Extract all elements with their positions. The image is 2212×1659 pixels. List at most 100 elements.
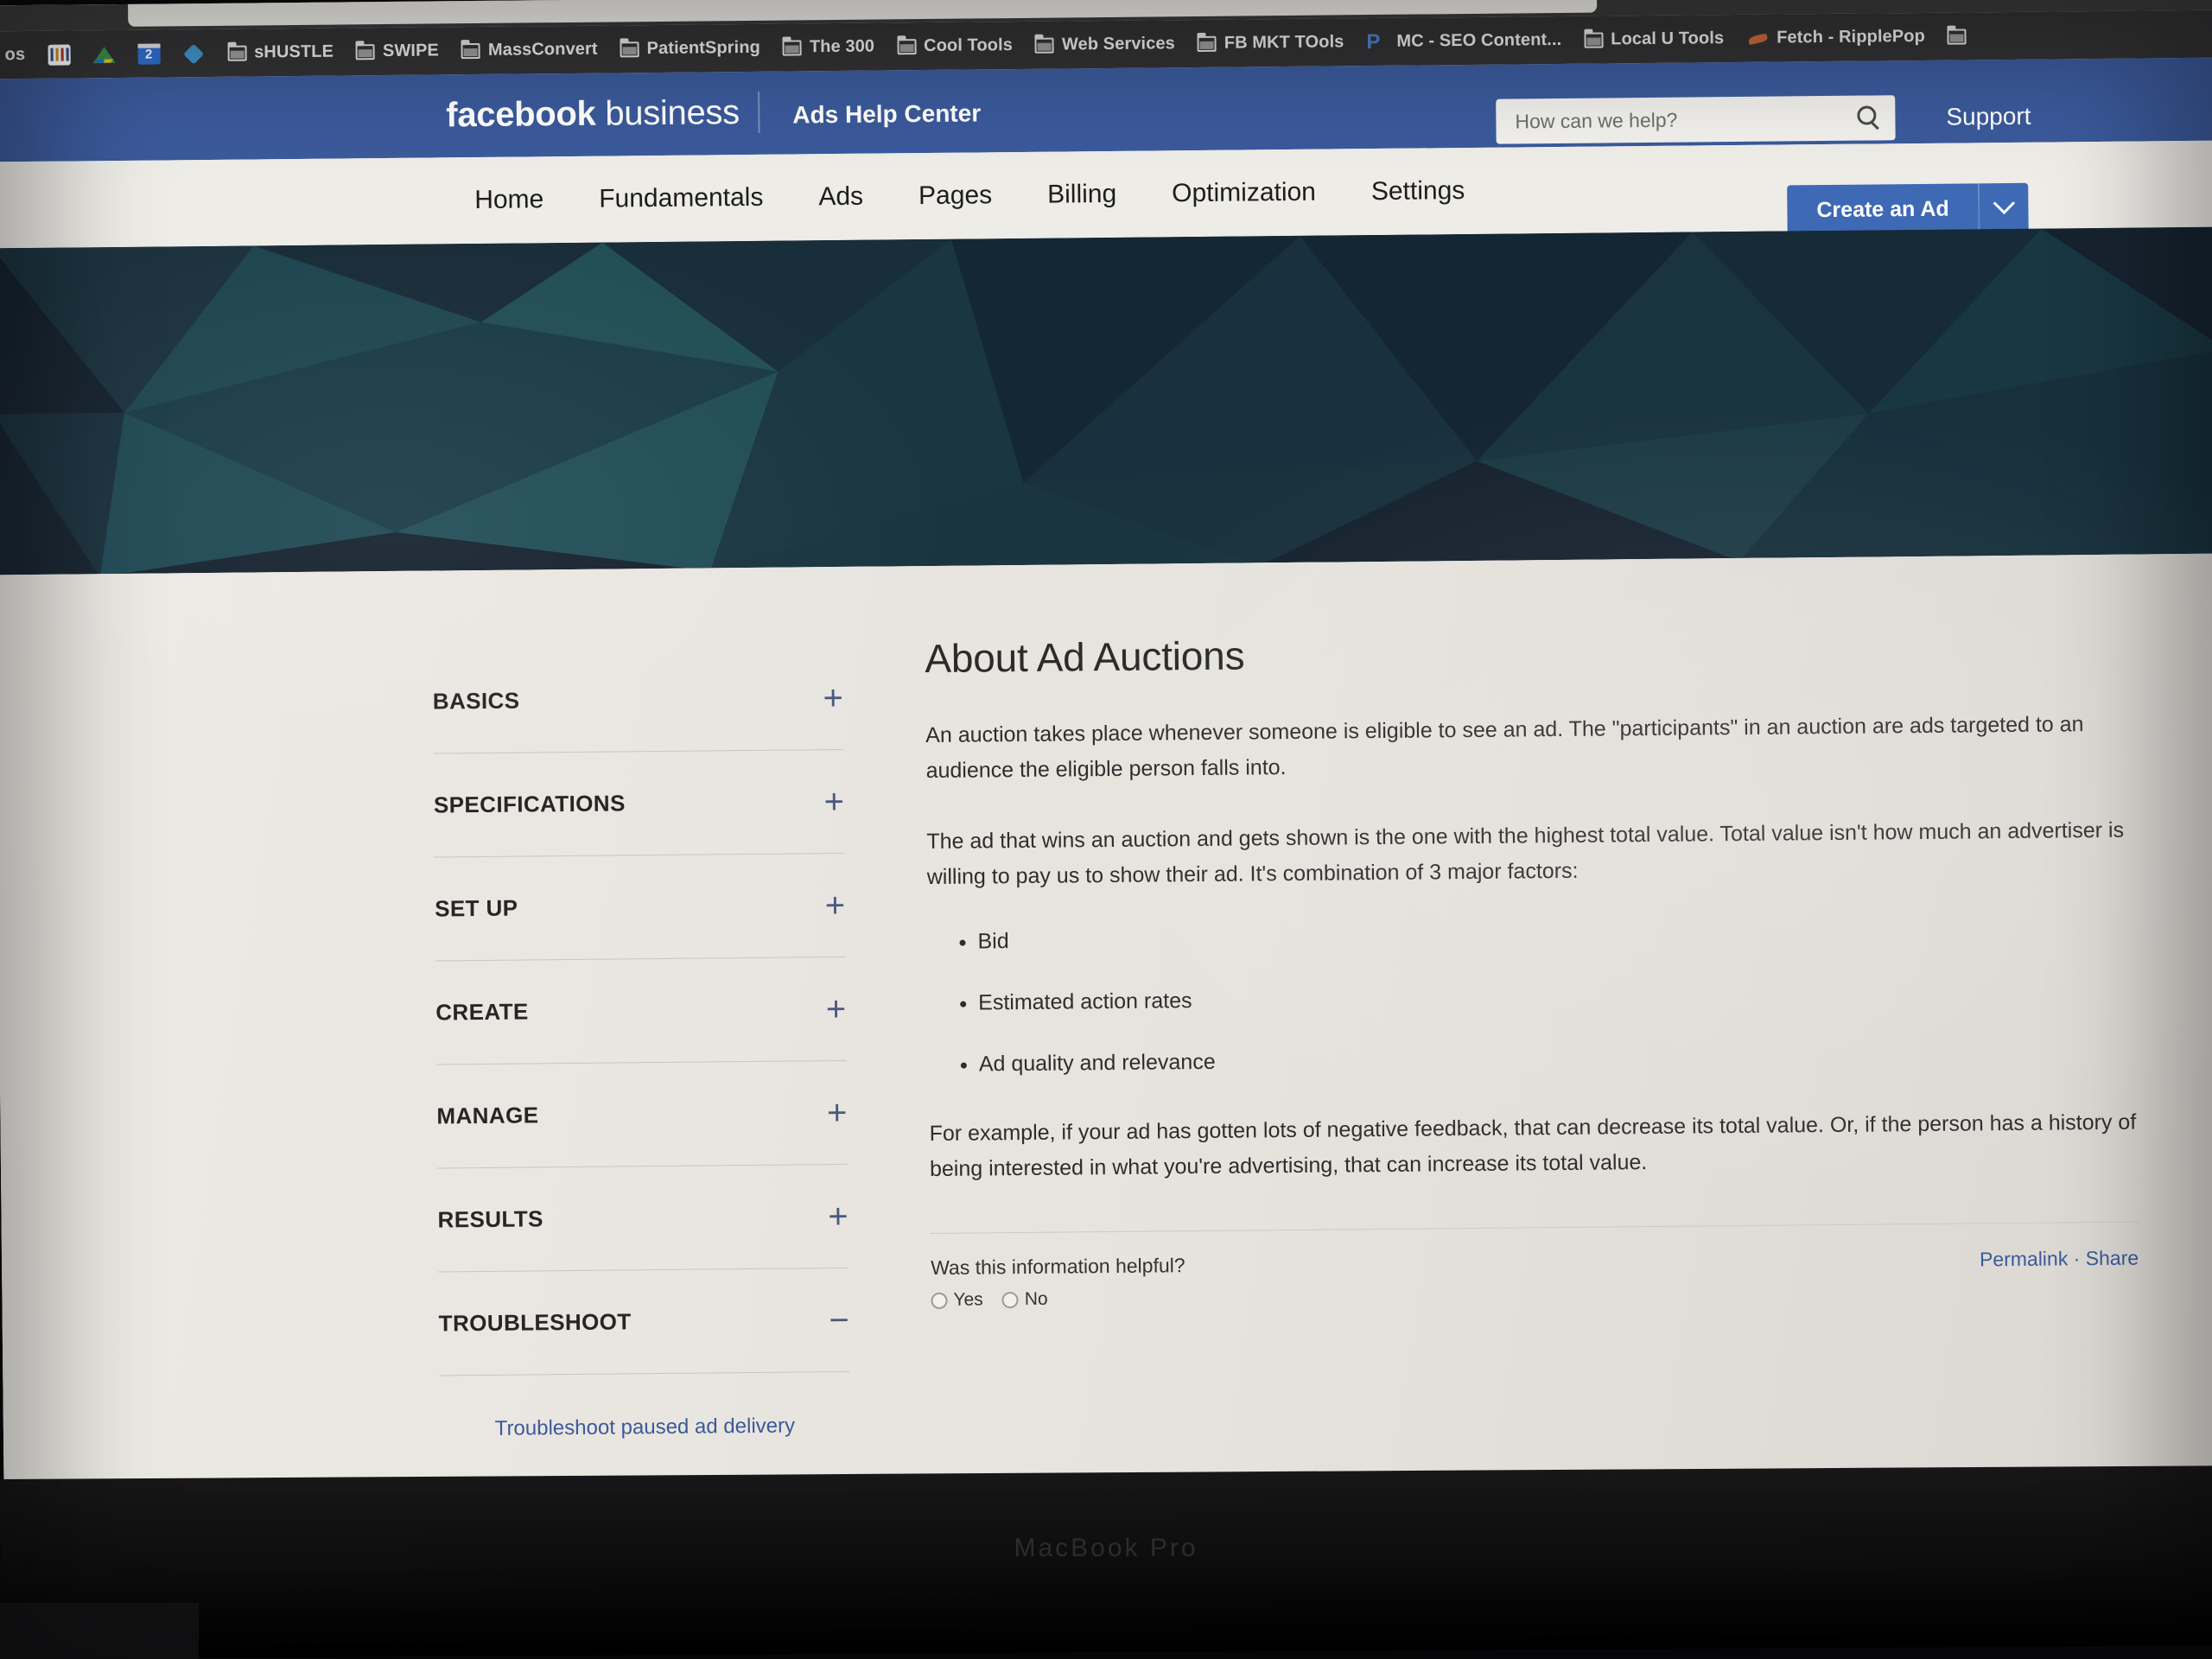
plus-icon: + [824,886,846,925]
folder-icon [1197,35,1217,52]
list-item: Ad quality and relevance [979,1039,2139,1080]
calendar-icon: 2 [137,43,161,65]
sidebar-item-label: RESULTS [437,1205,543,1233]
folder-icon [355,43,376,60]
feedback-radio-group: Yes No [931,1279,2140,1311]
logo-bold-word: facebook [446,94,596,135]
article-factor-list: Bid Estimated action rates Ad quality an… [977,916,2139,1080]
create-an-ad-dropdown-button[interactable] [1978,182,2029,234]
minus-icon: − [829,1300,849,1339]
bookmark-label: MassConvert [487,39,598,60]
laptop-screen: https://www.facebook.com/business/help/4… [0,0,2212,1501]
bookmark-label: Local U Tools [1611,29,1725,49]
docs-icon [48,44,71,66]
radio-icon[interactable] [931,1292,948,1309]
bookmark-item[interactable] [171,42,216,63]
bookmark-item[interactable]: 2 [126,43,171,65]
search-input[interactable] [1515,96,1827,144]
article-paragraph-2: The ad that wins an auction and gets sho… [926,817,2125,889]
bookmark-item-fb-mkt-tools[interactable]: FB MKT TOols [1186,32,1356,54]
diamond-icon [182,43,205,64]
bookmark-item-cool-tools[interactable]: Cool Tools [886,35,1024,57]
bookmark-label: sHUSTLE [254,41,334,62]
sidebar-sub-link-troubleshoot-paused-ad-delivery[interactable]: Troubleshoot paused ad delivery [440,1414,850,1442]
google-drive-icon [92,44,115,65]
hero-polygon-art [0,226,2212,575]
plus-icon: + [823,678,844,717]
p-icon: P [1366,29,1381,54]
feedback-radio-no[interactable]: No [1001,1288,1048,1311]
bookmark-item-patientspring[interactable]: PatientSpring [608,38,772,60]
plus-icon: + [823,782,845,821]
fetch-icon [1746,28,1769,48]
sidebar-item-create[interactable]: CREATE + [435,957,847,1065]
logo-light-word: business [605,93,741,133]
nav-item-pages[interactable]: Pages [891,181,1020,211]
article-paragraph-3: For example, if your ad has gotten lots … [929,1109,2137,1181]
folder-icon [1947,28,1967,45]
list-item: Bid [977,916,2137,957]
radio-label: No [1024,1288,1048,1309]
sidebar-item-results[interactable]: RESULTS + [437,1164,849,1273]
plus-icon: + [827,1197,849,1236]
bookmark-item-fetch-ripplepop[interactable]: Fetch - RipplePop [1735,26,1936,48]
bookmark-item[interactable] [36,44,81,66]
sidebar-item-label: SPECIFICATIONS [433,790,626,818]
permalink-link[interactable]: Permalink [1980,1247,2069,1270]
bookmark-item-swipe[interactable]: SWIPE [345,41,450,61]
sidebar-item-set-up[interactable]: SET UP + [434,853,846,962]
bookmark-label: Web Services [1061,34,1175,54]
bookmark-item-web-services[interactable]: Web Services [1024,34,1186,55]
radio-icon[interactable] [1001,1291,1019,1308]
sidebar-item-specifications[interactable]: SPECIFICATIONS + [433,749,845,858]
sidebar-accordion: BASICS + SPECIFICATIONS + SET UP + CREAT… [432,645,850,1442]
nav-item-ads[interactable]: Ads [791,181,891,212]
permalink-separator: · [2073,1247,2081,1270]
sidebar-item-manage[interactable]: MANAGE + [435,1060,848,1169]
create-an-ad-button[interactable]: Create an Ad [1787,183,1979,236]
sidebar-item-label: TROUBLESHOOT [438,1308,632,1337]
bookmark-item-local-u-tools[interactable]: Local U Tools [1573,29,1735,50]
bookmark-item-mc-seo-content[interactable]: P MC - SEO Content... [1355,29,1573,54]
plus-icon: + [825,989,847,1028]
bookmark-label: os [4,45,26,65]
bookmark-label: Fetch - RipplePop [1777,26,1925,48]
list-item: Estimated action rates [978,977,2138,1019]
sidebar-item-label: BASICS [432,687,520,715]
feedback-section: Was this information helpful? Yes No Per… [931,1245,2141,1325]
bookmark-label: SWIPE [382,41,440,61]
article: About Ad Auctions An auction takes place… [925,624,2141,1325]
page-body: BASICS + SPECIFICATIONS + SET UP + CREAT… [0,553,2212,1501]
support-link[interactable]: Support [1946,103,2031,131]
bookmark-item[interactable] [81,43,126,64]
feedback-radio-yes[interactable]: Yes [931,1289,983,1311]
chevron-down-icon [1993,192,2016,215]
nav-item-billing[interactable]: Billing [1020,180,1144,210]
bookmark-item-the-300[interactable]: The 300 [772,36,886,57]
bookmark-item-massconvert[interactable]: MassConvert [450,40,609,61]
sidebar-item-label: SET UP [434,894,518,922]
share-link[interactable]: Share [2086,1247,2139,1270]
folder-icon [1034,37,1055,54]
nav-item-settings[interactable]: Settings [1344,176,1493,207]
bookmark-item-shustle[interactable]: sHUSTLE [216,41,345,62]
macbook-pro-branding: MacBook Pro [1014,1534,1198,1562]
search-box[interactable] [1496,95,1896,144]
search-icon[interactable] [1857,105,1877,125]
nav-item-optimization[interactable]: Optimization [1144,177,1344,208]
bookmark-label: MC - SEO Content... [1396,29,1562,51]
folder-icon [461,42,480,59]
sidebar-item-troubleshoot[interactable]: TROUBLESHOOT − [438,1268,850,1376]
nav-item-fundamentals[interactable]: Fundamentals [571,183,791,214]
bookmark-item-overflow[interactable] [1936,28,1978,45]
facebook-business-logo[interactable]: facebook business [446,93,740,135]
bookmark-label: Cool Tools [923,35,1014,56]
bookmark-label: PatientSpring [646,37,761,59]
radio-label: Yes [953,1289,983,1310]
header-subtitle: Ads Help Center [792,99,982,129]
nav-item-home[interactable]: Home [447,185,571,215]
sidebar-item-basics[interactable]: BASICS + [432,645,844,754]
folder-icon [782,39,802,56]
plus-icon: + [826,1093,848,1132]
bookmark-item[interactable]: os [0,45,36,65]
